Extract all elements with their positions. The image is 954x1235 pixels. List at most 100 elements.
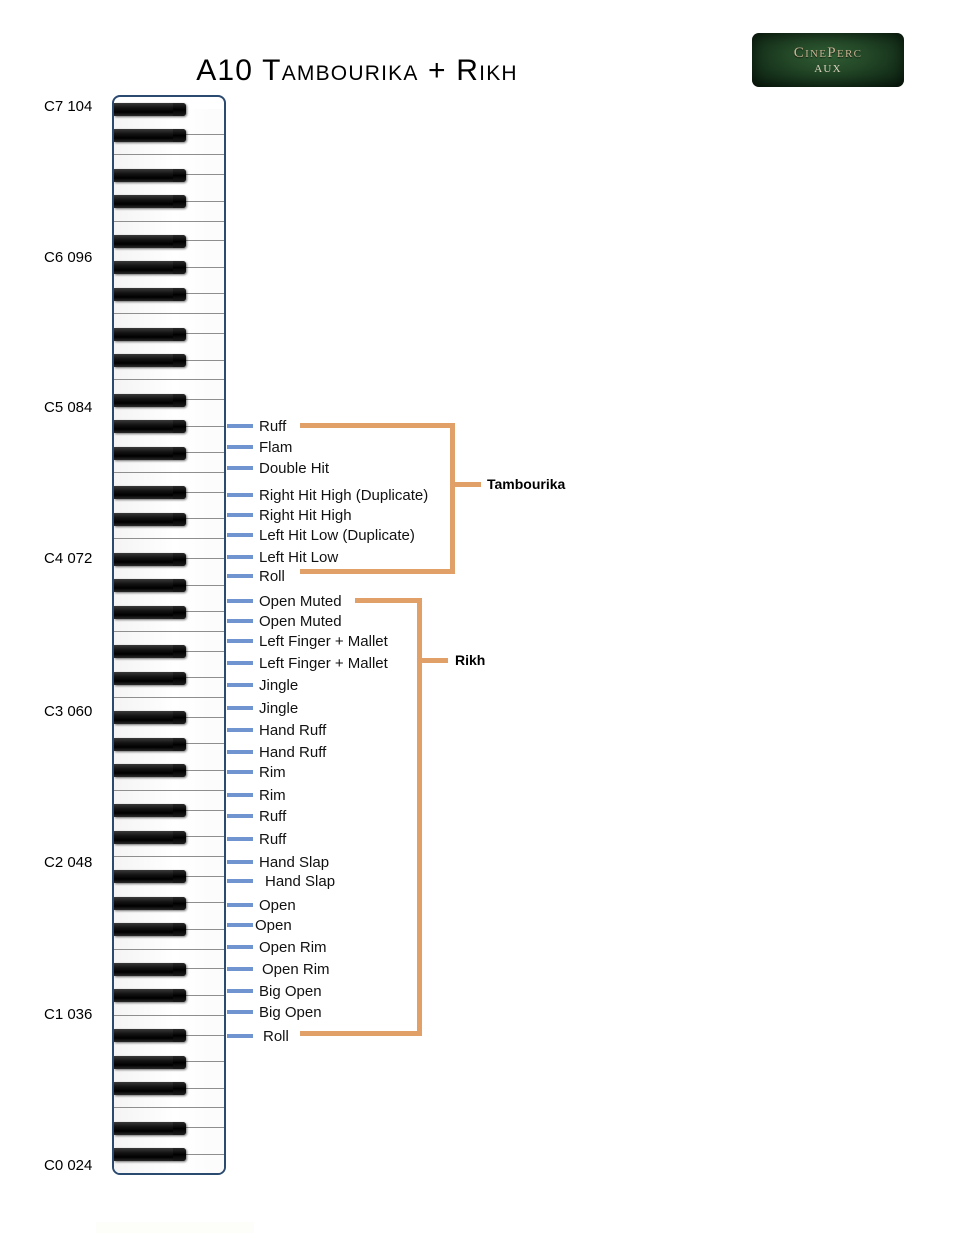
key-connector-line-icon (227, 728, 253, 732)
piano-black-key[interactable] (114, 1121, 186, 1135)
piano-black-key[interactable] (114, 711, 186, 725)
piano-keyboard[interactable] (112, 95, 226, 1175)
piano-black-key[interactable] (114, 168, 186, 182)
key-connector-line-icon (227, 424, 253, 428)
key-connector-line-icon (227, 706, 253, 710)
key-connector-line-icon (227, 574, 253, 578)
articulation-row[interactable]: Open Muted (227, 592, 342, 610)
articulation-label: Right Hit High (259, 506, 352, 524)
articulation-row[interactable]: Open (227, 916, 292, 934)
articulation-label: Hand Slap (265, 872, 336, 890)
articulation-label: Roll (259, 567, 285, 585)
articulation-row[interactable]: Roll (227, 567, 285, 585)
bracket-tick (455, 482, 481, 487)
cineperc-logo: CinePerc AUX (752, 33, 904, 87)
piano-black-key[interactable] (114, 552, 186, 566)
piano-black-key[interactable] (114, 962, 186, 976)
piano-black-key[interactable] (114, 261, 186, 275)
articulation-row[interactable]: Big Open (227, 982, 322, 1000)
articulation-row[interactable]: Jingle (227, 699, 298, 717)
articulation-row[interactable]: Big Open (227, 1003, 322, 1021)
logo-sub-text: AUX (814, 62, 842, 75)
articulation-row[interactable]: Open Rim (227, 938, 327, 956)
articulation-row[interactable]: Rim (227, 786, 286, 804)
piano-black-key[interactable] (114, 645, 186, 659)
key-connector-line-icon (227, 837, 253, 841)
articulation-label: Hand Ruff (259, 721, 327, 739)
articulation-row[interactable]: Open Muted (227, 612, 342, 630)
key-connector-line-icon (227, 466, 253, 470)
articulation-row[interactable]: Right Hit High (227, 506, 352, 524)
piano-black-key[interactable] (114, 354, 186, 367)
key-connector-line-icon (227, 793, 253, 797)
piano-black-key[interactable] (114, 870, 186, 884)
piano-black-key[interactable] (114, 195, 186, 209)
piano-black-key[interactable] (114, 737, 186, 751)
bracket-tick (422, 658, 448, 663)
logo-brand-text: CinePerc (793, 44, 863, 61)
articulation-row[interactable]: Hand Slap (227, 853, 329, 871)
piano-black-key[interactable] (114, 512, 186, 526)
articulation-label: Ruff (259, 417, 287, 435)
piano-black-key[interactable] (114, 579, 186, 593)
articulation-row[interactable]: Left Finger + Mallet (227, 654, 388, 672)
articulation-row[interactable]: Hand Slap (227, 872, 335, 890)
piano-black-key[interactable] (114, 923, 186, 937)
articulation-row[interactable]: Hand Ruff (227, 743, 326, 761)
piano-black-key[interactable] (114, 420, 186, 434)
piano-black-key[interactable] (114, 446, 186, 460)
articulation-label: Jingle (259, 699, 299, 717)
articulation-row[interactable]: Rim (227, 763, 286, 781)
piano-black-key[interactable] (114, 128, 186, 142)
piano-black-key[interactable] (114, 1082, 186, 1096)
key-connector-line-icon (227, 1010, 253, 1014)
piano-black-key[interactable] (114, 393, 186, 407)
articulation-label: Open Rim (262, 960, 330, 978)
articulation-row[interactable]: Left Hit Low (227, 548, 338, 566)
articulation-label: Big Open (259, 982, 322, 1000)
articulation-row[interactable]: Ruff (227, 417, 286, 435)
articulation-row[interactable]: Flam (227, 438, 292, 456)
articulation-label: Left Hit Low (Duplicate) (259, 526, 415, 544)
key-connector-line-icon (227, 555, 253, 559)
piano-black-key[interactable] (114, 1148, 186, 1162)
articulation-row[interactable]: Open Rim (227, 960, 330, 978)
piano-black-key[interactable] (114, 671, 186, 685)
piano-black-key[interactable] (114, 234, 186, 248)
articulation-row[interactable]: Ruff (227, 807, 286, 825)
piano-black-key[interactable] (114, 287, 186, 301)
piano-black-key[interactable] (114, 327, 186, 341)
piano-black-key[interactable] (114, 605, 186, 619)
articulation-row[interactable]: Right Hit High (Duplicate) (227, 486, 428, 504)
key-connector-line-icon (227, 639, 253, 643)
piano-black-key[interactable] (114, 830, 186, 844)
key-connector-line-icon (227, 493, 253, 497)
articulation-row[interactable]: Left Hit Low (Duplicate) (227, 526, 415, 544)
articulation-row[interactable]: Open (227, 896, 296, 914)
articulation-row[interactable]: Double Hit (227, 459, 329, 477)
key-connector-line-icon (227, 967, 253, 971)
bracket-arm-bottom (300, 569, 455, 574)
piano-black-key[interactable] (114, 1029, 186, 1043)
articulation-row[interactable]: Roll (227, 1027, 289, 1045)
piano-black-key[interactable] (114, 896, 186, 910)
piano-black-key[interactable] (114, 989, 186, 1003)
piano-black-key[interactable] (114, 764, 186, 778)
octave-ruler: C7 104 C6 096 C5 084 C4 072 C3 060 C2 048 C1 0… (0, 0, 104, 1235)
articulation-label: Roll (263, 1027, 289, 1045)
articulation-row[interactable]: Jingle (227, 676, 298, 694)
bracket-arm-bottom (300, 1031, 422, 1036)
piano-black-key[interactable] (114, 804, 186, 818)
articulation-row[interactable]: Ruff (227, 830, 286, 848)
articulation-label: Hand Ruff (259, 743, 327, 761)
articulation-row[interactable]: Left Finger + Mallet (227, 632, 388, 650)
key-connector-line-icon (227, 989, 253, 993)
piano-black-key[interactable] (114, 102, 186, 116)
articulation-label: Right Hit High (Duplicate) (259, 486, 429, 504)
articulation-row[interactable]: Hand Ruff (227, 721, 326, 739)
articulation-label: Ruff (259, 807, 287, 825)
piano-black-key[interactable] (114, 486, 186, 500)
articulation-label: Flam (259, 438, 293, 456)
piano-black-key[interactable] (114, 1055, 186, 1069)
articulation-label: Rim (259, 763, 286, 781)
